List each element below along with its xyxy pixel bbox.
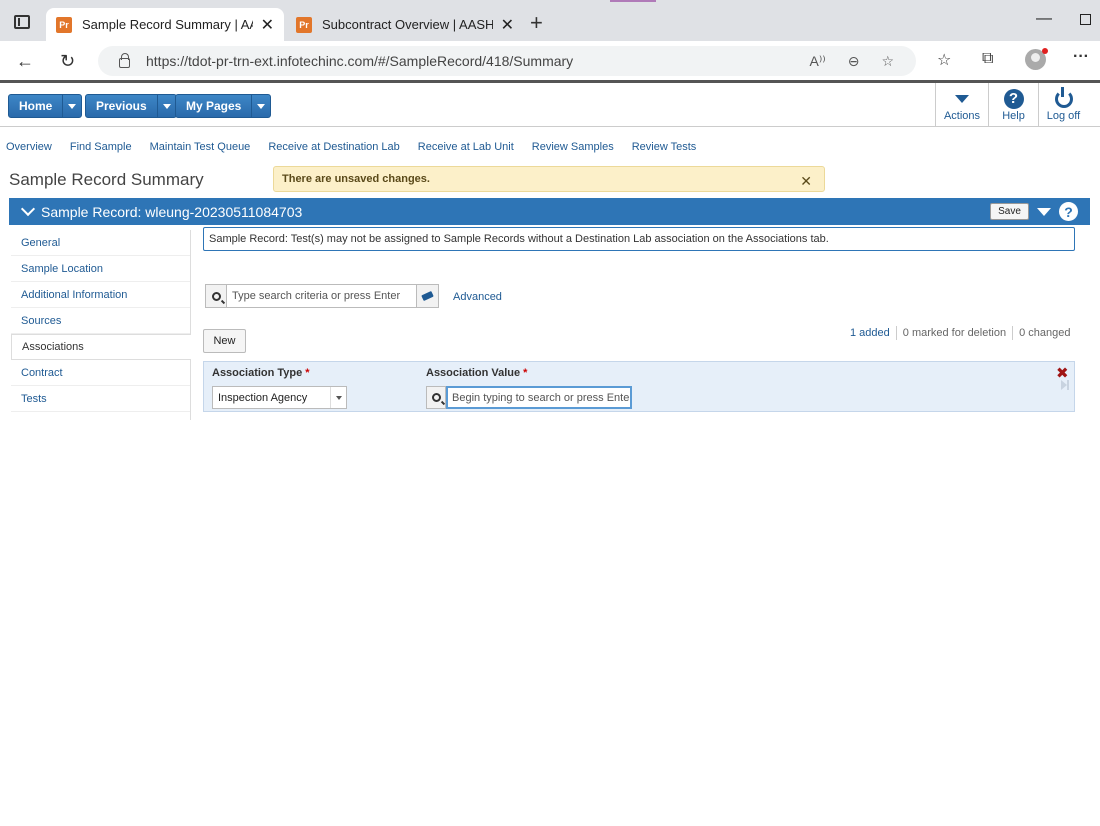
- panel-help-icon[interactable]: ?: [1059, 202, 1078, 221]
- advanced-search-link[interactable]: Advanced: [453, 291, 502, 303]
- changed-count: 0 changed: [1012, 326, 1076, 340]
- association-value-label: Association Value *: [426, 367, 528, 379]
- browser-toolbar: ← ↻ https://tdot-pr-trn-ext.infotechinc.…: [0, 41, 1100, 81]
- chevron-down-icon[interactable]: [20, 201, 36, 217]
- browser-tabstrip: Pr Sample Record Summary | AASHTOWare Pr…: [0, 0, 1100, 41]
- zoom-out-icon[interactable]: ⊖: [848, 53, 860, 70]
- more-menu-icon[interactable]: ···: [1073, 48, 1089, 66]
- favicon-icon: Pr: [296, 16, 312, 33]
- association-type-value: Inspection Agency: [218, 391, 308, 404]
- sidenav-item-sample-location[interactable]: Sample Location: [11, 256, 190, 282]
- back-arrow-icon[interactable]: ←: [16, 51, 34, 72]
- component-subnav: Overview Find Sample Maintain Test Queue…: [6, 141, 696, 153]
- subnav-find-sample[interactable]: Find Sample: [70, 141, 132, 153]
- association-row: Association Type * Association Value * Ins…: [203, 361, 1075, 412]
- app-header: Home Previous My Pages Actions ? Help Lo…: [0, 83, 1100, 127]
- panel-menu-caret-icon[interactable]: [1037, 208, 1051, 216]
- subnav-overview[interactable]: Overview: [6, 141, 52, 153]
- logoff-label: Log off: [1046, 109, 1081, 122]
- search-icon: [211, 291, 221, 301]
- browser-tab-inactive[interactable]: Pr Subcontract Overview | AASHTOWare Pro…: [286, 8, 524, 41]
- search-icon: [431, 393, 441, 402]
- help-button[interactable]: ? Help: [988, 83, 1038, 126]
- page-title: Sample Record Summary: [9, 170, 204, 189]
- actions-caret-icon: [955, 94, 969, 103]
- sidenav-item-tests[interactable]: Tests: [11, 386, 190, 412]
- url-text[interactable]: https://tdot-pr-trn-ext.infotechinc.com/…: [146, 53, 809, 69]
- help-icon: ?: [1003, 88, 1024, 109]
- home-menu-button[interactable]: Home: [8, 94, 83, 118]
- subnav-review-tests[interactable]: Review Tests: [632, 141, 697, 153]
- subnav-maintain-test-queue[interactable]: Maintain Test Queue: [150, 141, 251, 153]
- tab-title: Sample Record Summary | AASHTOWare Proje…: [82, 17, 253, 32]
- subnav-review-samples[interactable]: Review Samples: [532, 141, 614, 153]
- add-favorite-icon[interactable]: ☆: [881, 53, 894, 70]
- skip-row-icon[interactable]: [1061, 380, 1069, 390]
- association-value-input[interactable]: [446, 386, 632, 409]
- read-aloud-icon[interactable]: A⁾⁾: [809, 53, 825, 70]
- sidenav-item-associations[interactable]: Associations: [11, 334, 191, 360]
- unsaved-changes-banner: There are unsaved changes. ✕: [273, 166, 825, 192]
- collections-icon[interactable]: ⧉: [982, 50, 993, 68]
- eraser-icon: [421, 290, 434, 302]
- sample-record-panel-header[interactable]: Sample Record: wleung-20230511084703 Sav…: [9, 198, 1090, 225]
- required-marker: *: [523, 367, 528, 379]
- tab-close-icon[interactable]: ✕: [501, 15, 514, 35]
- association-type-select[interactable]: Inspection Agency: [212, 386, 347, 409]
- clear-search-button[interactable]: [417, 284, 439, 308]
- home-label[interactable]: Home: [9, 95, 62, 117]
- info-message: Sample Record: Test(s) may not be assign…: [203, 227, 1075, 251]
- sidenav-item-contract[interactable]: Contract: [11, 360, 190, 386]
- home-dropdown-icon[interactable]: [62, 95, 81, 117]
- refresh-icon[interactable]: ↻: [60, 51, 75, 72]
- actions-label: Actions: [943, 109, 981, 122]
- tab-title: Subcontract Overview | AASHTOWare Projec…: [322, 17, 493, 32]
- profile-status-dot: [1042, 48, 1048, 54]
- tab-actions-icon[interactable]: [14, 15, 30, 29]
- added-count[interactable]: 1 added: [844, 326, 896, 340]
- subnav-receive-destination-lab[interactable]: Receive at Destination Lab: [268, 141, 399, 153]
- search-button[interactable]: [205, 284, 227, 308]
- unsaved-message: There are unsaved changes.: [282, 173, 430, 185]
- search-input[interactable]: [227, 284, 417, 308]
- tab-close-icon[interactable]: ✕: [261, 15, 274, 35]
- save-button[interactable]: Save: [990, 203, 1029, 220]
- minimize-icon[interactable]: —: [1036, 10, 1052, 28]
- sidenav-item-additional-information[interactable]: Additional Information: [11, 282, 190, 308]
- panel-title: Sample Record: wleung-20230511084703: [41, 203, 303, 220]
- browser-tab-active[interactable]: Pr Sample Record Summary | AASHTOWare Pr…: [46, 8, 284, 41]
- maximize-icon[interactable]: [1080, 14, 1091, 25]
- chevron-down-icon[interactable]: [330, 387, 346, 408]
- previous-menu-button[interactable]: Previous: [85, 94, 177, 118]
- address-bar[interactable]: https://tdot-pr-trn-ext.infotechinc.com/…: [98, 46, 916, 76]
- subnav-receive-lab-unit[interactable]: Receive at Lab Unit: [418, 141, 514, 153]
- help-label: Help: [1002, 109, 1025, 122]
- lock-icon[interactable]: [119, 53, 130, 68]
- section-sidenav: General Sample Location Additional Infor…: [11, 230, 191, 420]
- tab-accent-line: [610, 0, 656, 2]
- sidenav-item-sources[interactable]: Sources: [11, 308, 190, 334]
- power-icon: [1054, 86, 1073, 108]
- change-counts: 1 added 0 marked for deletion 0 changed: [844, 326, 1077, 340]
- new-button[interactable]: New: [203, 329, 246, 353]
- actions-button[interactable]: Actions: [935, 83, 988, 126]
- association-value-group: [426, 386, 632, 409]
- association-search-button[interactable]: [426, 386, 446, 409]
- close-icon[interactable]: ✕: [800, 173, 812, 190]
- association-type-label: Association Type *: [212, 367, 310, 379]
- mypages-dropdown-icon[interactable]: [251, 95, 270, 117]
- search-group: [205, 284, 439, 308]
- deleted-count: 0 marked for deletion: [895, 326, 1012, 340]
- mypages-label[interactable]: My Pages: [176, 95, 251, 117]
- required-marker: *: [305, 367, 310, 379]
- mypages-menu-button[interactable]: My Pages: [175, 94, 272, 118]
- sidenav-item-general[interactable]: General: [11, 230, 190, 256]
- new-tab-icon[interactable]: +: [530, 10, 543, 36]
- favorites-icon[interactable]: ☆: [937, 50, 951, 70]
- previous-label[interactable]: Previous: [86, 95, 157, 117]
- favicon-icon: Pr: [56, 16, 72, 33]
- previous-dropdown-icon[interactable]: [156, 95, 176, 117]
- logoff-button[interactable]: Log off: [1038, 83, 1088, 126]
